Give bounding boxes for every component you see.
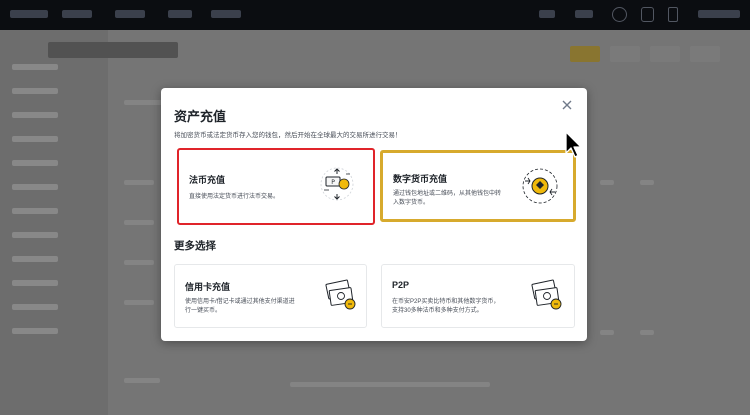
crypto-deposit-card[interactable]: 数字货币充值 通过钱包地址或二维码，从其他钱包中转 入数字货币。 xyxy=(380,150,576,222)
deposit-dialog: 资产充值 将加密货币或法定货币存入您的钱包，然后开始在全球最大的交易所进行交易！… xyxy=(161,88,587,341)
card-description-line-1: 在币安P2P买卖比特币和其他数字货币， xyxy=(392,299,500,305)
close-button[interactable] xyxy=(560,98,574,112)
card-title: 信用卡充值 xyxy=(185,282,231,292)
card-description-line-2: 支持30多种法币和多种支付方式。 xyxy=(392,308,483,314)
fiat-exchange-icon: P xyxy=(320,167,354,201)
p2p-payment-icon xyxy=(531,279,562,310)
card-description: 直接使用法定货币进行法币交易。 xyxy=(189,194,280,200)
svg-text:P: P xyxy=(331,179,335,186)
dialog-subtitle: 将加密货币或法定货币存入您的钱包，然后开始在全球最大的交易所进行交易！ xyxy=(174,132,402,139)
card-title: 法币充值 xyxy=(189,175,226,185)
dialog-title: 资产充值 xyxy=(174,109,227,124)
credit-card-deposit-card[interactable]: 信用卡充值 使用信用卡/借记卡或通过其他支付渠道进 行一键买币。 xyxy=(174,264,367,328)
card-description-line-1: 通过钱包地址或二维码，从其他钱包中转 xyxy=(393,191,502,197)
card-payment-icon xyxy=(325,279,356,310)
fiat-deposit-card[interactable]: 法币充值 直接使用法定货币进行法币交易。 P xyxy=(177,148,375,225)
more-options-title: 更多选择 xyxy=(174,240,216,252)
card-description-line-2: 入数字货币。 xyxy=(393,200,430,206)
card-description-line-1: 使用信用卡/借记卡或通过其他支付渠道进 xyxy=(185,299,295,305)
close-icon xyxy=(562,100,572,110)
card-title: 数字货币充值 xyxy=(393,174,448,184)
crypto-coin-icon xyxy=(522,168,558,204)
p2p-deposit-card[interactable]: P2P 在币安P2P买卖比特币和其他数字货币， 支持30多种法币和多种支付方式。 xyxy=(381,264,575,328)
card-title: P2P xyxy=(392,280,410,290)
mouse-cursor-icon xyxy=(565,131,582,158)
card-description-line-2: 行一键买币。 xyxy=(185,308,222,314)
